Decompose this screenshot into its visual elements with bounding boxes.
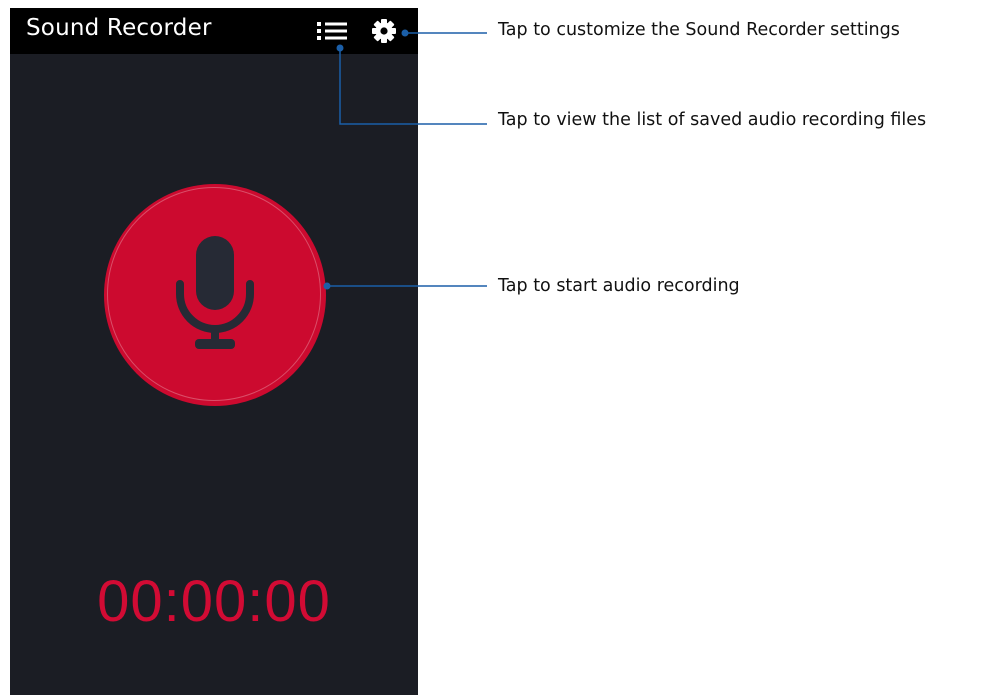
record-button[interactable] bbox=[104, 184, 326, 406]
list-callout-text: Tap to view the list of saved audio reco… bbox=[498, 110, 927, 130]
gear-icon bbox=[372, 19, 396, 43]
sound-recorder-screen: Sound Recorder 00:00:00 bbox=[10, 8, 418, 695]
list-icon bbox=[317, 22, 347, 40]
settings-button[interactable] bbox=[368, 16, 400, 46]
settings-callout-text: Tap to customize the Sound Recorder sett… bbox=[498, 20, 900, 40]
microphone-icon bbox=[176, 236, 254, 349]
app-bar: Sound Recorder bbox=[10, 8, 418, 54]
recordings-list-button[interactable] bbox=[316, 16, 350, 46]
elapsed-time: 00:00:00 bbox=[97, 569, 331, 634]
app-title: Sound Recorder bbox=[26, 15, 212, 41]
record-callout-text: Tap to start audio recording bbox=[498, 276, 740, 296]
